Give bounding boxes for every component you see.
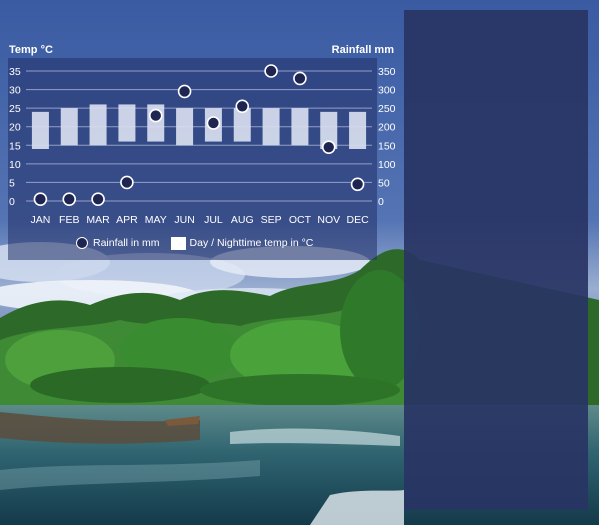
right-tick-label: 150 bbox=[378, 140, 396, 152]
rainfall-marker bbox=[293, 71, 307, 86]
temp-range-bar bbox=[233, 108, 251, 142]
temp-range-bar bbox=[176, 108, 194, 146]
chart-plot: 35 350 30 300 25 250 20 200 15 150 10 100 5 50 0 0 JAN FE… bbox=[8, 58, 396, 260]
chart-legend: Rainfall in mm Day / Nighttime temp in °… bbox=[76, 235, 313, 251]
rainfall-marker bbox=[350, 177, 365, 192]
chart-background bbox=[8, 58, 377, 260]
right-tick-label: 200 bbox=[378, 122, 396, 134]
right-tick-label: 50 bbox=[378, 177, 390, 189]
left-tick-label: 0 bbox=[9, 196, 15, 208]
month-label: FEB bbox=[59, 214, 79, 226]
month-label: AUG bbox=[231, 214, 254, 226]
left-tick-label: 15 bbox=[9, 140, 21, 152]
temp-range-bar bbox=[291, 108, 309, 146]
right-tick-label: 0 bbox=[378, 196, 384, 208]
rainfall-legend-marker bbox=[76, 237, 88, 249]
rainfall-marker bbox=[264, 64, 278, 78]
climate-chart: 35 350 30 300 25 250 20 200 15 150 10 100 5 50 0 0 JAN FE… bbox=[0, 36, 404, 260]
month-label: OCT bbox=[289, 214, 312, 226]
rainfall-marker bbox=[206, 116, 221, 130]
right-tick-label: 300 bbox=[378, 85, 396, 97]
temp-range-bar bbox=[60, 108, 78, 146]
month-label: SEP bbox=[261, 214, 282, 226]
left-tick-label: 10 bbox=[9, 159, 21, 171]
month-label: DEC bbox=[346, 214, 369, 226]
left-axis-title: Temp °C bbox=[9, 44, 53, 56]
temp-legend-swatch bbox=[170, 236, 186, 250]
rainfall-marker bbox=[235, 99, 250, 114]
month-label: NOV bbox=[317, 214, 340, 226]
month-label: JUN bbox=[174, 214, 194, 226]
rainfall-marker bbox=[91, 192, 105, 206]
temp-range-bar bbox=[118, 104, 136, 142]
temp-range-bar bbox=[262, 108, 280, 146]
temp-range-bar bbox=[89, 104, 107, 146]
rainfall-legend-label: Rainfall in mm bbox=[93, 237, 160, 249]
month-label: JUL bbox=[204, 214, 223, 226]
left-tick-label: 30 bbox=[9, 85, 21, 97]
left-tick-label: 20 bbox=[9, 122, 21, 134]
right-axis-title: Rainfall mm bbox=[331, 44, 394, 56]
rainfall-marker bbox=[33, 192, 48, 206]
rainfall-marker bbox=[177, 84, 192, 99]
side-overlay-panel bbox=[404, 10, 588, 510]
rainfall-marker bbox=[62, 192, 77, 206]
temp-range-bar bbox=[31, 111, 49, 149]
right-tick-label: 250 bbox=[378, 103, 396, 115]
month-label: MAR bbox=[86, 214, 110, 226]
left-tick-label: 35 bbox=[9, 66, 21, 78]
temp-range-bar bbox=[349, 111, 367, 149]
right-tick-label: 100 bbox=[378, 159, 396, 171]
left-tick-label: 5 bbox=[9, 177, 15, 189]
month-label: MAY bbox=[145, 214, 167, 226]
temp-legend-label: Day / Nighttime temp in °C bbox=[189, 237, 314, 249]
month-label: APR bbox=[116, 214, 138, 226]
rainfall-marker bbox=[148, 108, 163, 123]
left-tick-label: 25 bbox=[9, 103, 21, 115]
month-label: JAN bbox=[30, 214, 50, 226]
rainfall-marker bbox=[120, 175, 134, 190]
right-tick-label: 350 bbox=[378, 66, 396, 78]
rainfall-marker bbox=[321, 140, 336, 154]
